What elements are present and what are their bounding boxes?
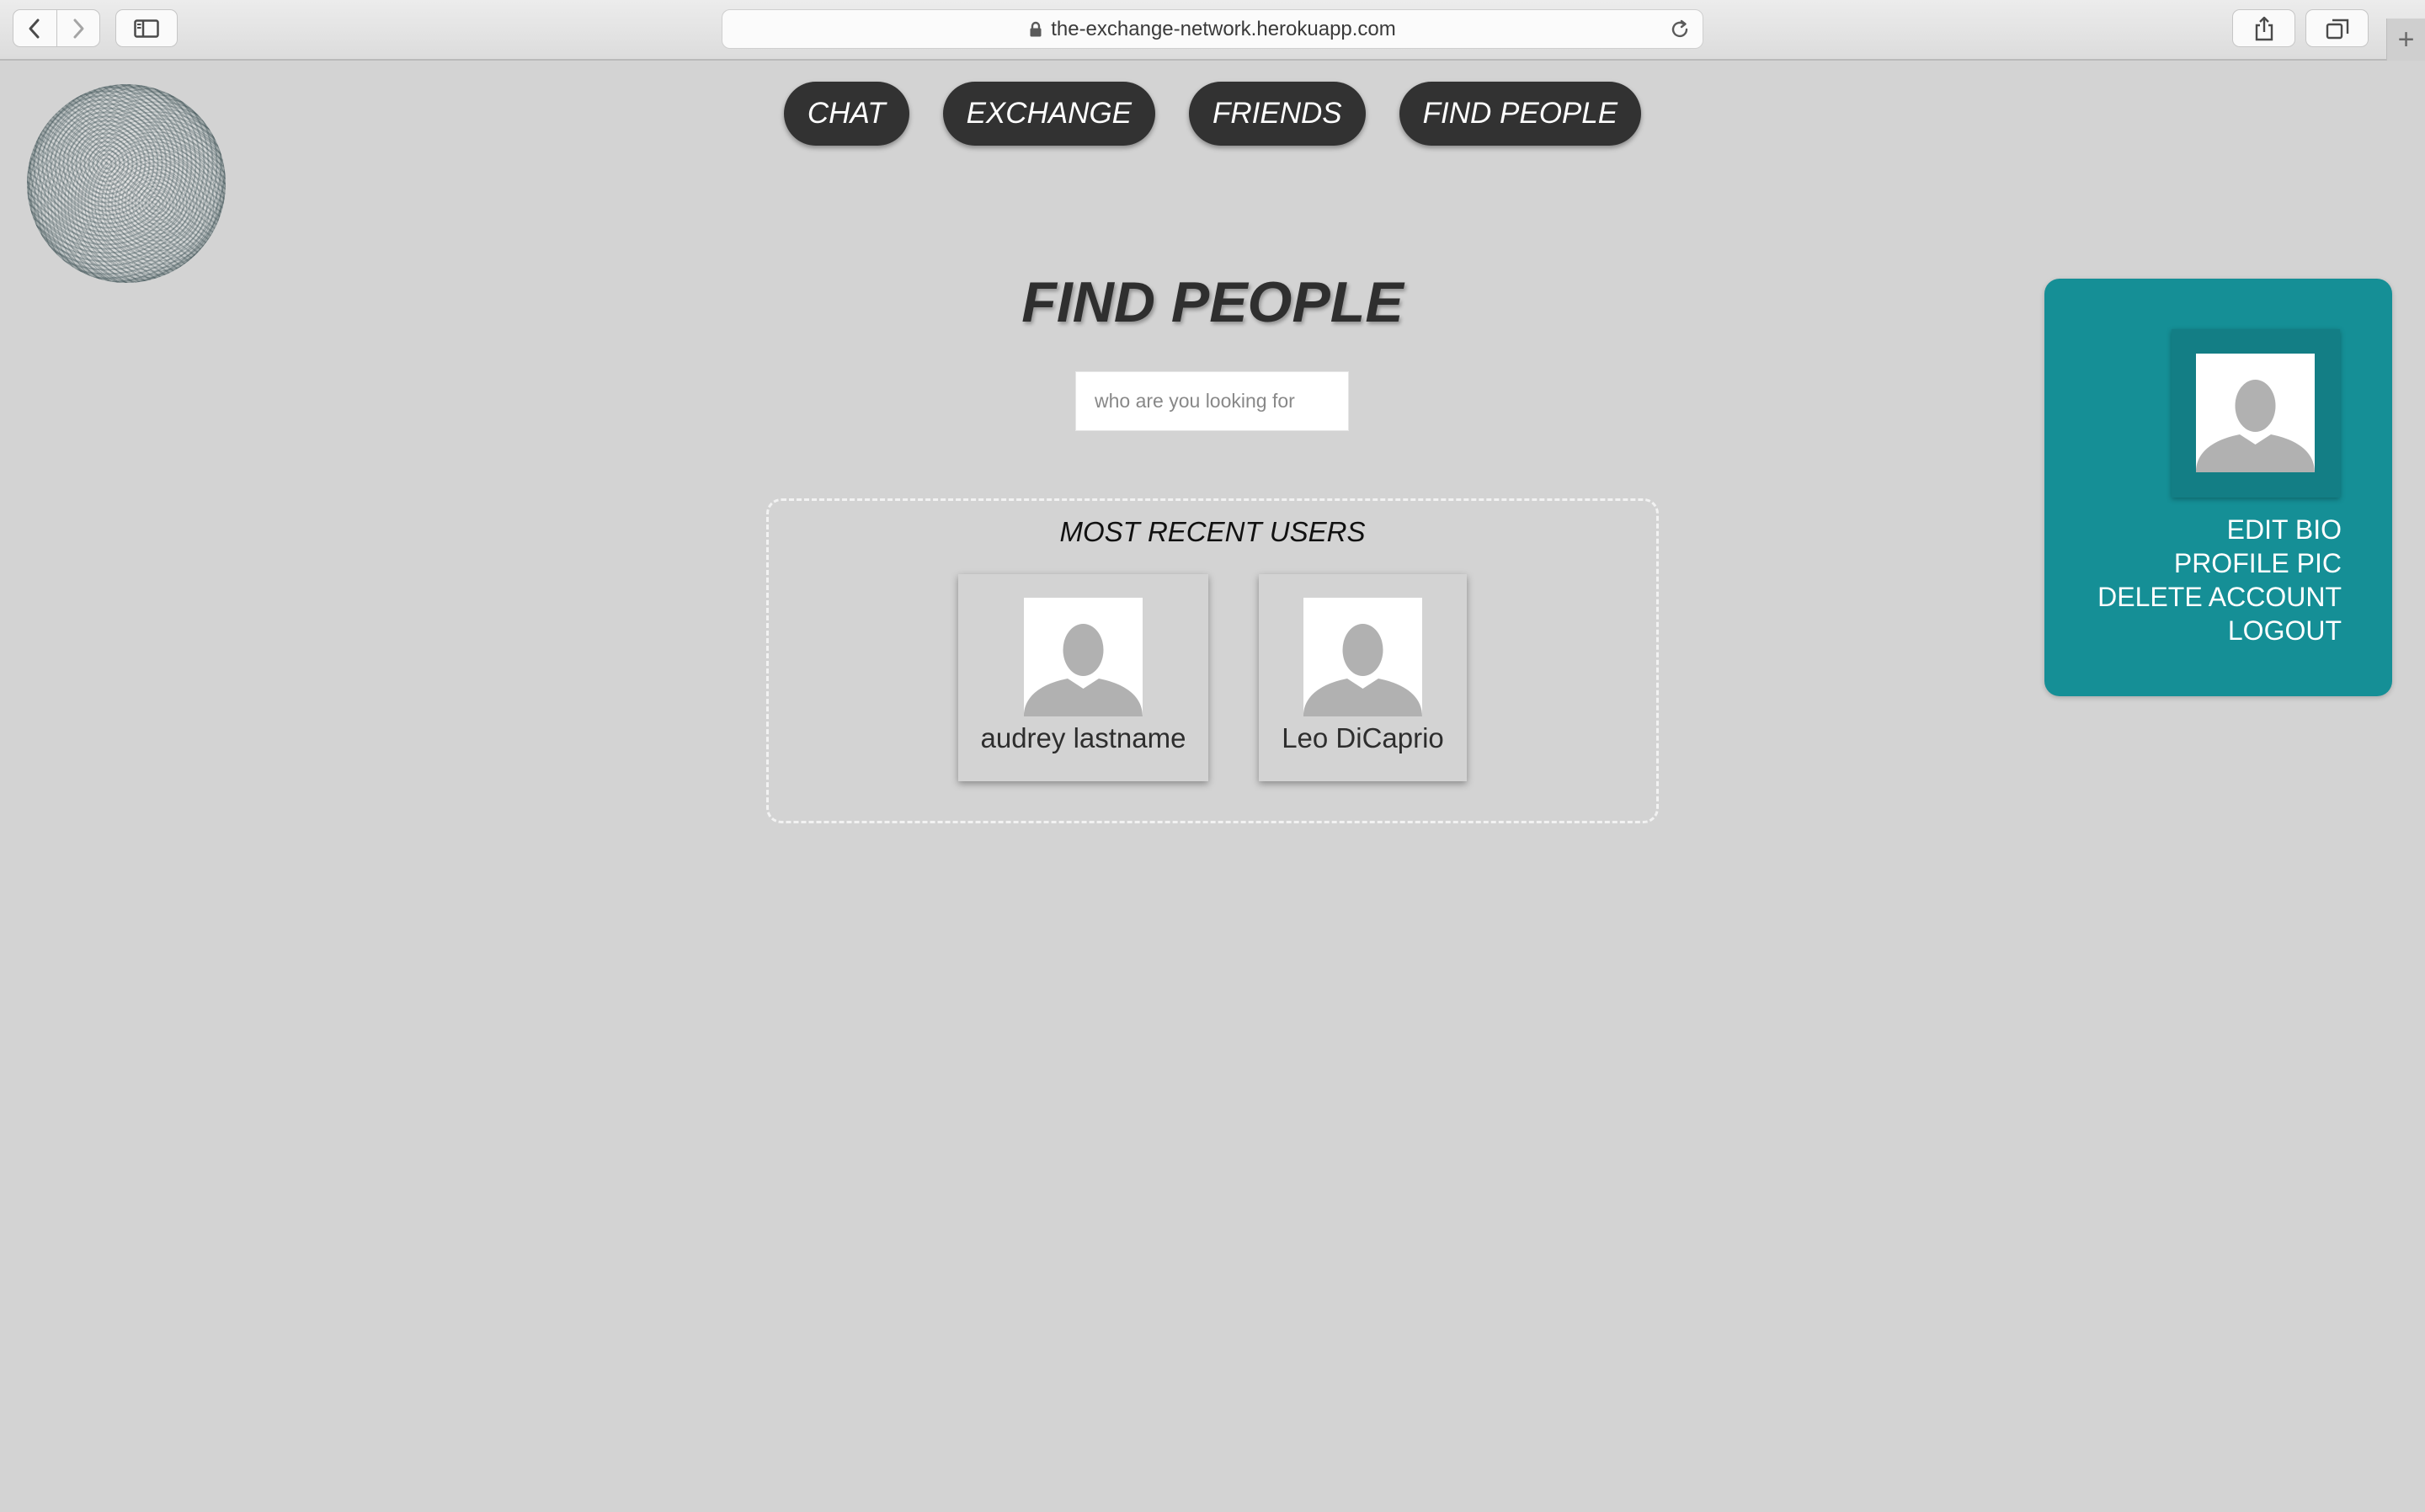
- edit-bio-link[interactable]: EDIT BIO: [2097, 513, 2342, 546]
- search-input[interactable]: [1075, 371, 1349, 431]
- nav-chat-button[interactable]: CHAT: [783, 82, 909, 146]
- user-silhouette-icon: [1024, 624, 1143, 716]
- tabs-icon: [2326, 19, 2348, 39]
- forward-button[interactable]: [56, 10, 100, 46]
- address-bar[interactable]: the-exchange-network.herokuapp.com: [722, 9, 1703, 49]
- forward-icon: [73, 19, 84, 38]
- user-card[interactable]: audrey lastname: [958, 574, 1208, 781]
- user-name: audrey lastname: [980, 722, 1186, 753]
- back-icon: [29, 19, 40, 38]
- logout-link[interactable]: LOGOUT: [2097, 614, 2342, 647]
- sidebar-icon: [134, 19, 159, 38]
- profile-menu: EDIT BIO PROFILE PIC DELETE ACCOUNT LOGO…: [2097, 513, 2342, 647]
- nav-exchange-button[interactable]: EXCHANGE: [942, 82, 1156, 146]
- profile-pic-link[interactable]: PROFILE PIC: [2097, 546, 2342, 580]
- sidebar-button[interactable]: [115, 9, 178, 47]
- profile-pic-frame[interactable]: [2172, 329, 2340, 498]
- avatar: [1303, 598, 1422, 716]
- delete-account-link[interactable]: DELETE ACCOUNT: [2097, 580, 2342, 614]
- recent-users-title: MOST RECENT USERS: [1059, 516, 1366, 547]
- user-silhouette-icon: [1303, 624, 1422, 716]
- user-card[interactable]: Leo DiCaprio: [1259, 574, 1467, 781]
- tabs-overview-button[interactable]: [2305, 9, 2369, 47]
- new-tab-button[interactable]: +: [2386, 19, 2425, 61]
- url-text: the-exchange-network.herokuapp.com: [1051, 17, 1396, 40]
- nav-find-people-button[interactable]: FIND PEOPLE: [1399, 82, 1642, 146]
- reload-icon[interactable]: [1669, 19, 1691, 40]
- back-button[interactable]: [13, 10, 56, 46]
- profile-avatar: [2196, 354, 2315, 472]
- lock-icon: [1030, 21, 1042, 36]
- share-icon: [2255, 16, 2273, 40]
- profile-panel: EDIT BIO PROFILE PIC DELETE ACCOUNT LOGO…: [2044, 279, 2392, 696]
- user-name: Leo DiCaprio: [1282, 722, 1444, 753]
- browser-toolbar: the-exchange-network.herokuapp.com +: [0, 0, 2425, 61]
- share-button[interactable]: [2232, 9, 2295, 47]
- history-nav: [13, 9, 100, 47]
- main-nav: CHAT EXCHANGE FRIENDS FIND PEOPLE: [0, 82, 2425, 146]
- recent-users-section: MOST RECENT USERS audrey lastname Leo Di…: [766, 498, 1659, 823]
- user-silhouette-icon: [2196, 380, 2315, 472]
- nav-friends-button[interactable]: FRIENDS: [1189, 82, 1366, 146]
- avatar: [1024, 598, 1143, 716]
